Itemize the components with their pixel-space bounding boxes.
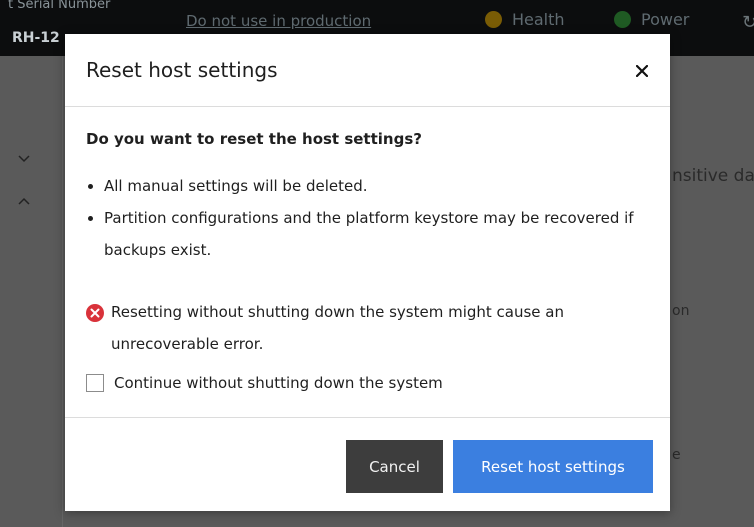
environment-warning-link[interactable]: Do not use in production: [186, 12, 371, 30]
background-text: e: [672, 447, 681, 463]
left-navigation: [0, 56, 63, 527]
chevron-up-icon[interactable]: [18, 196, 30, 208]
error-text: Resetting without shutting down the syst…: [111, 303, 564, 353]
refresh-icon[interactable]: ↻: [742, 12, 754, 33]
background-text: on: [672, 303, 690, 319]
close-icon[interactable]: [631, 60, 653, 82]
continue-checkbox-row[interactable]: Continue without shutting down the syste…: [86, 374, 443, 392]
cancel-button[interactable]: Cancel: [346, 440, 443, 493]
list-item: Partition configurations and the platfor…: [86, 202, 646, 266]
health-label: Health: [512, 10, 565, 29]
serial-number-value: RH-12: [12, 30, 60, 46]
reset-host-settings-dialog: Reset host settings Do you want to reset…: [65, 34, 670, 511]
reset-host-settings-button[interactable]: Reset host settings: [453, 440, 653, 493]
dialog-footer: Cancel Reset host settings: [65, 417, 670, 512]
info-list: All manual settings will be deleted. Par…: [86, 170, 646, 266]
dialog-body: Do you want to reset the host settings? …: [86, 130, 646, 392]
error-icon: [86, 304, 104, 322]
power-status-icon: [614, 11, 631, 28]
serial-number-label: t Serial Number: [8, 0, 111, 12]
continue-checkbox[interactable]: [86, 374, 104, 392]
dialog-question: Do you want to reset the host settings?: [86, 130, 422, 148]
power-status[interactable]: Power: [614, 10, 689, 29]
dialog-header: Reset host settings: [65, 34, 670, 107]
dialog-title: Reset host settings: [86, 58, 278, 82]
continue-checkbox-label[interactable]: Continue without shutting down the syste…: [114, 374, 443, 392]
power-label: Power: [641, 10, 690, 29]
list-item: All manual settings will be deleted.: [86, 170, 646, 202]
chevron-down-icon[interactable]: [18, 152, 30, 164]
health-status[interactable]: Health: [485, 10, 565, 29]
background-text: nsitive da: [672, 166, 754, 186]
warning-status-icon: [485, 11, 502, 28]
